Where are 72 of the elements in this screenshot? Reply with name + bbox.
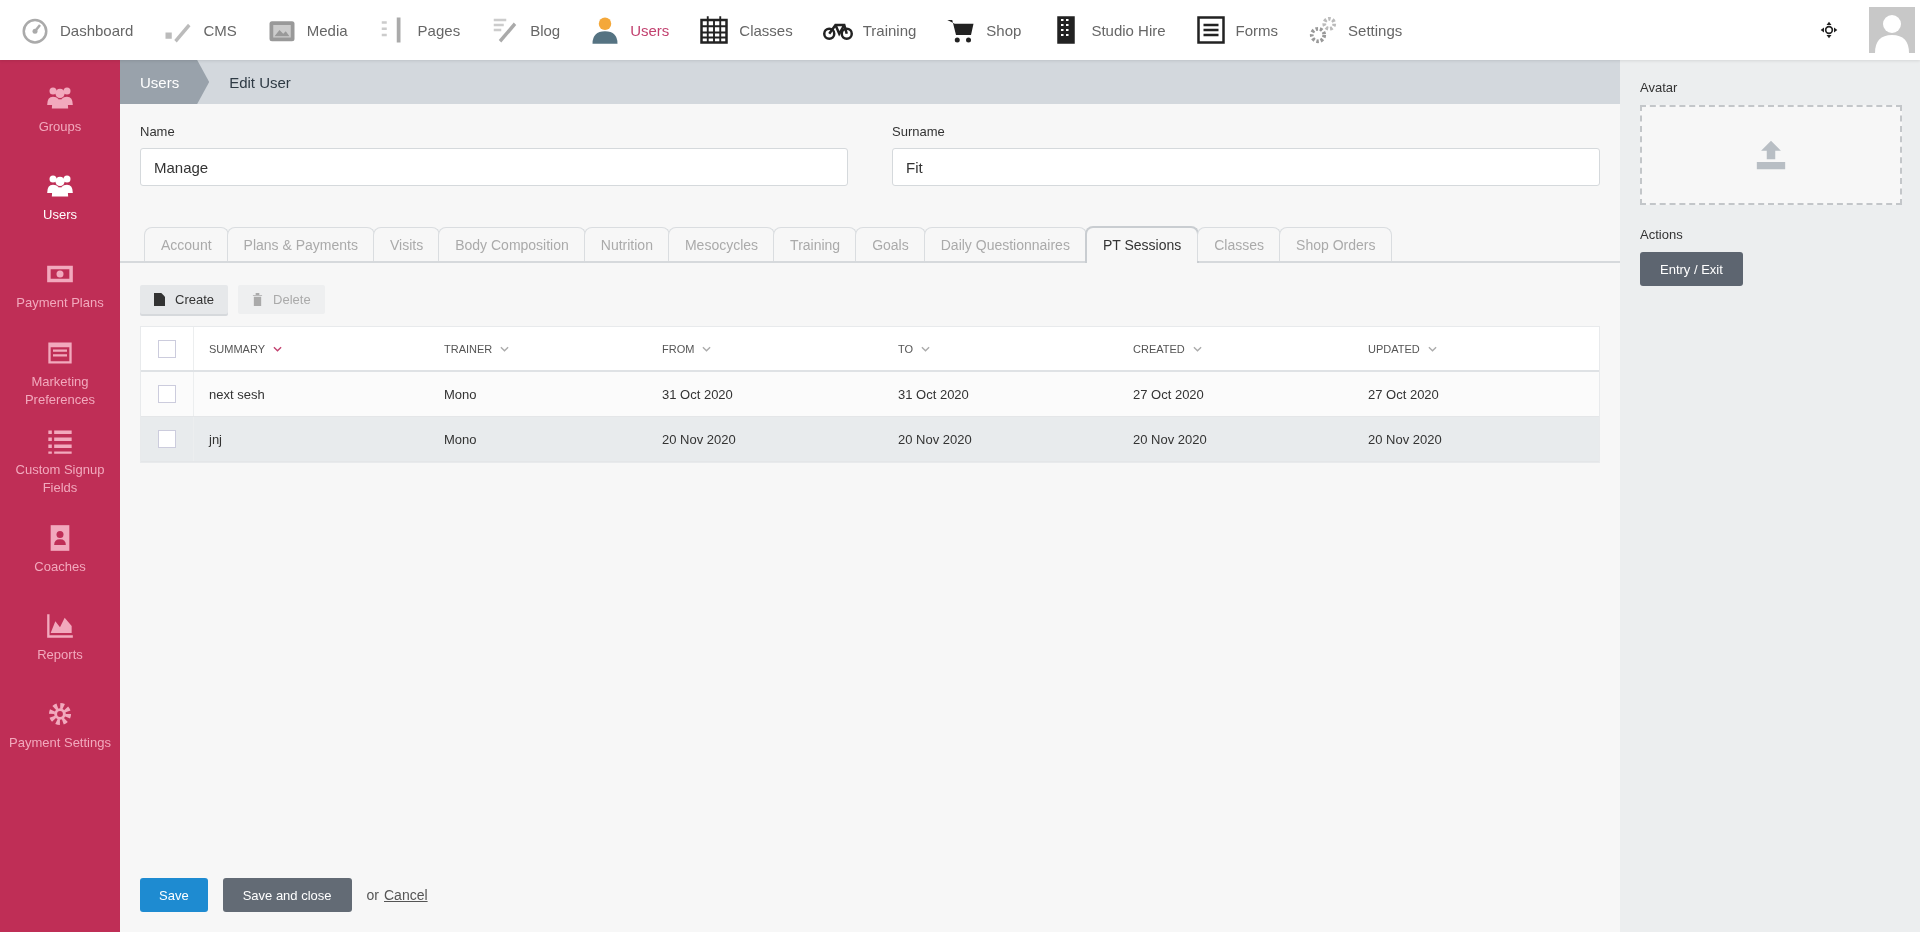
field-label: Surname: [892, 124, 946, 139]
chevron-icon[interactable]: [1427, 345, 1437, 352]
sidebar-item[interactable]: Coaches: [0, 506, 120, 594]
table-cell: Mono: [444, 431, 477, 447]
table-cell: 20 Nov 2020: [662, 431, 736, 447]
table-cell: 31 Oct 2020: [898, 386, 969, 402]
sidebar-item[interactable]: Groups: [0, 66, 120, 154]
sidebar-item[interactable]: Reports: [0, 594, 120, 682]
sidebar-item[interactable]: Payment Plans: [0, 242, 120, 330]
nav-item[interactable]: Forms: [1195, 15, 1279, 45]
sidebar-item[interactable]: Marketing Preferences: [0, 330, 120, 418]
column-header[interactable]: TRAINER: [444, 342, 493, 355]
calendar-icon: [699, 15, 730, 45]
chevron-icon[interactable]: [921, 345, 931, 352]
checkbox[interactable]: [158, 385, 176, 403]
nav-item[interactable]: Dashboard: [20, 15, 134, 45]
sidebar-item[interactable]: Payment Settings: [0, 682, 120, 770]
nav-item[interactable]: Classes: [699, 15, 793, 45]
column-header[interactable]: SUMMARY: [209, 342, 266, 355]
nav-item[interactable]: CMS: [163, 15, 237, 45]
or-text: or: [366, 887, 379, 903]
form-icon: [1195, 15, 1226, 45]
nav-item[interactable]: Studio Hire: [1051, 15, 1166, 45]
table-cell: jnj: [209, 431, 222, 447]
trash-icon: [252, 293, 264, 306]
nav-item[interactable]: Media: [266, 15, 348, 45]
text-field[interactable]: Fit: [892, 148, 1600, 186]
entry-exit-button[interactable]: Entry / Exit: [1640, 252, 1743, 286]
document-icon: [154, 293, 165, 306]
breadcrumb-current: Edit User: [228, 73, 292, 91]
avatar-upload-area[interactable]: [1640, 105, 1902, 205]
chevron-icon[interactable]: [702, 345, 712, 352]
sidebar-item[interactable]: Custom Signup Fields: [0, 418, 120, 506]
table-cell: 27 Oct 2020: [1133, 386, 1204, 402]
tab[interactable]: PT Sessions: [1084, 226, 1200, 263]
section-label: Avatar: [1640, 80, 1678, 95]
nav-item[interactable]: Shop: [946, 15, 1022, 45]
nav-item[interactable]: Settings: [1308, 15, 1403, 45]
cancel-link[interactable]: Cancel: [384, 887, 428, 903]
nav-item[interactable]: Blog: [490, 15, 561, 45]
field-label: Name: [140, 124, 176, 139]
table-cell: Mono: [444, 386, 477, 402]
save-button[interactable]: Save: [140, 878, 208, 912]
section-label: Actions: [1640, 227, 1683, 242]
nav-item[interactable]: Users: [590, 15, 670, 45]
nav-item[interactable]: Training: [822, 15, 917, 45]
column-header[interactable]: TO: [898, 342, 914, 355]
column-header[interactable]: UPDATED: [1368, 342, 1420, 355]
save-and-close-button[interactable]: Save and close: [222, 878, 352, 912]
upload-icon: [1754, 138, 1788, 172]
column-header[interactable]: FROM: [662, 342, 695, 355]
table-cell: 20 Nov 2020: [898, 431, 972, 447]
create-button[interactable]: Create: [140, 285, 229, 314]
table-cell: next sesh: [209, 386, 265, 402]
area-chart-icon: [46, 612, 74, 640]
table-row[interactable]: jnj Mono 20 Nov 2020 20 Nov 2020 20 Nov 2020 20 Nov 2020: [141, 417, 1599, 462]
chevron-icon[interactable]: [1192, 345, 1202, 352]
text-field[interactable]: Manage: [140, 148, 848, 186]
table-cell: 31 Oct 2020: [662, 386, 733, 402]
checkbox[interactable]: [158, 339, 176, 358]
crosshair-icon[interactable]: [1819, 20, 1839, 40]
chevron-icon[interactable]: [500, 345, 510, 352]
table-cell: 27 Oct 2020: [1368, 386, 1439, 402]
avatar-silhouette[interactable]: [1869, 7, 1915, 53]
table-cell: 20 Nov 2020: [1133, 431, 1207, 447]
table-cell: 20 Nov 2020: [1368, 431, 1442, 447]
chevron-icon[interactable]: [273, 345, 283, 352]
table-row[interactable]: next sesh Mono 31 Oct 2020 31 Oct 2020 27 Oct 2020 27 Oct 2020: [141, 372, 1599, 417]
checkbox[interactable]: [158, 430, 176, 448]
column-header[interactable]: CREATED: [1133, 342, 1185, 355]
sidebar-item[interactable]: Users: [0, 154, 120, 242]
nav-item[interactable]: Pages: [377, 15, 461, 45]
